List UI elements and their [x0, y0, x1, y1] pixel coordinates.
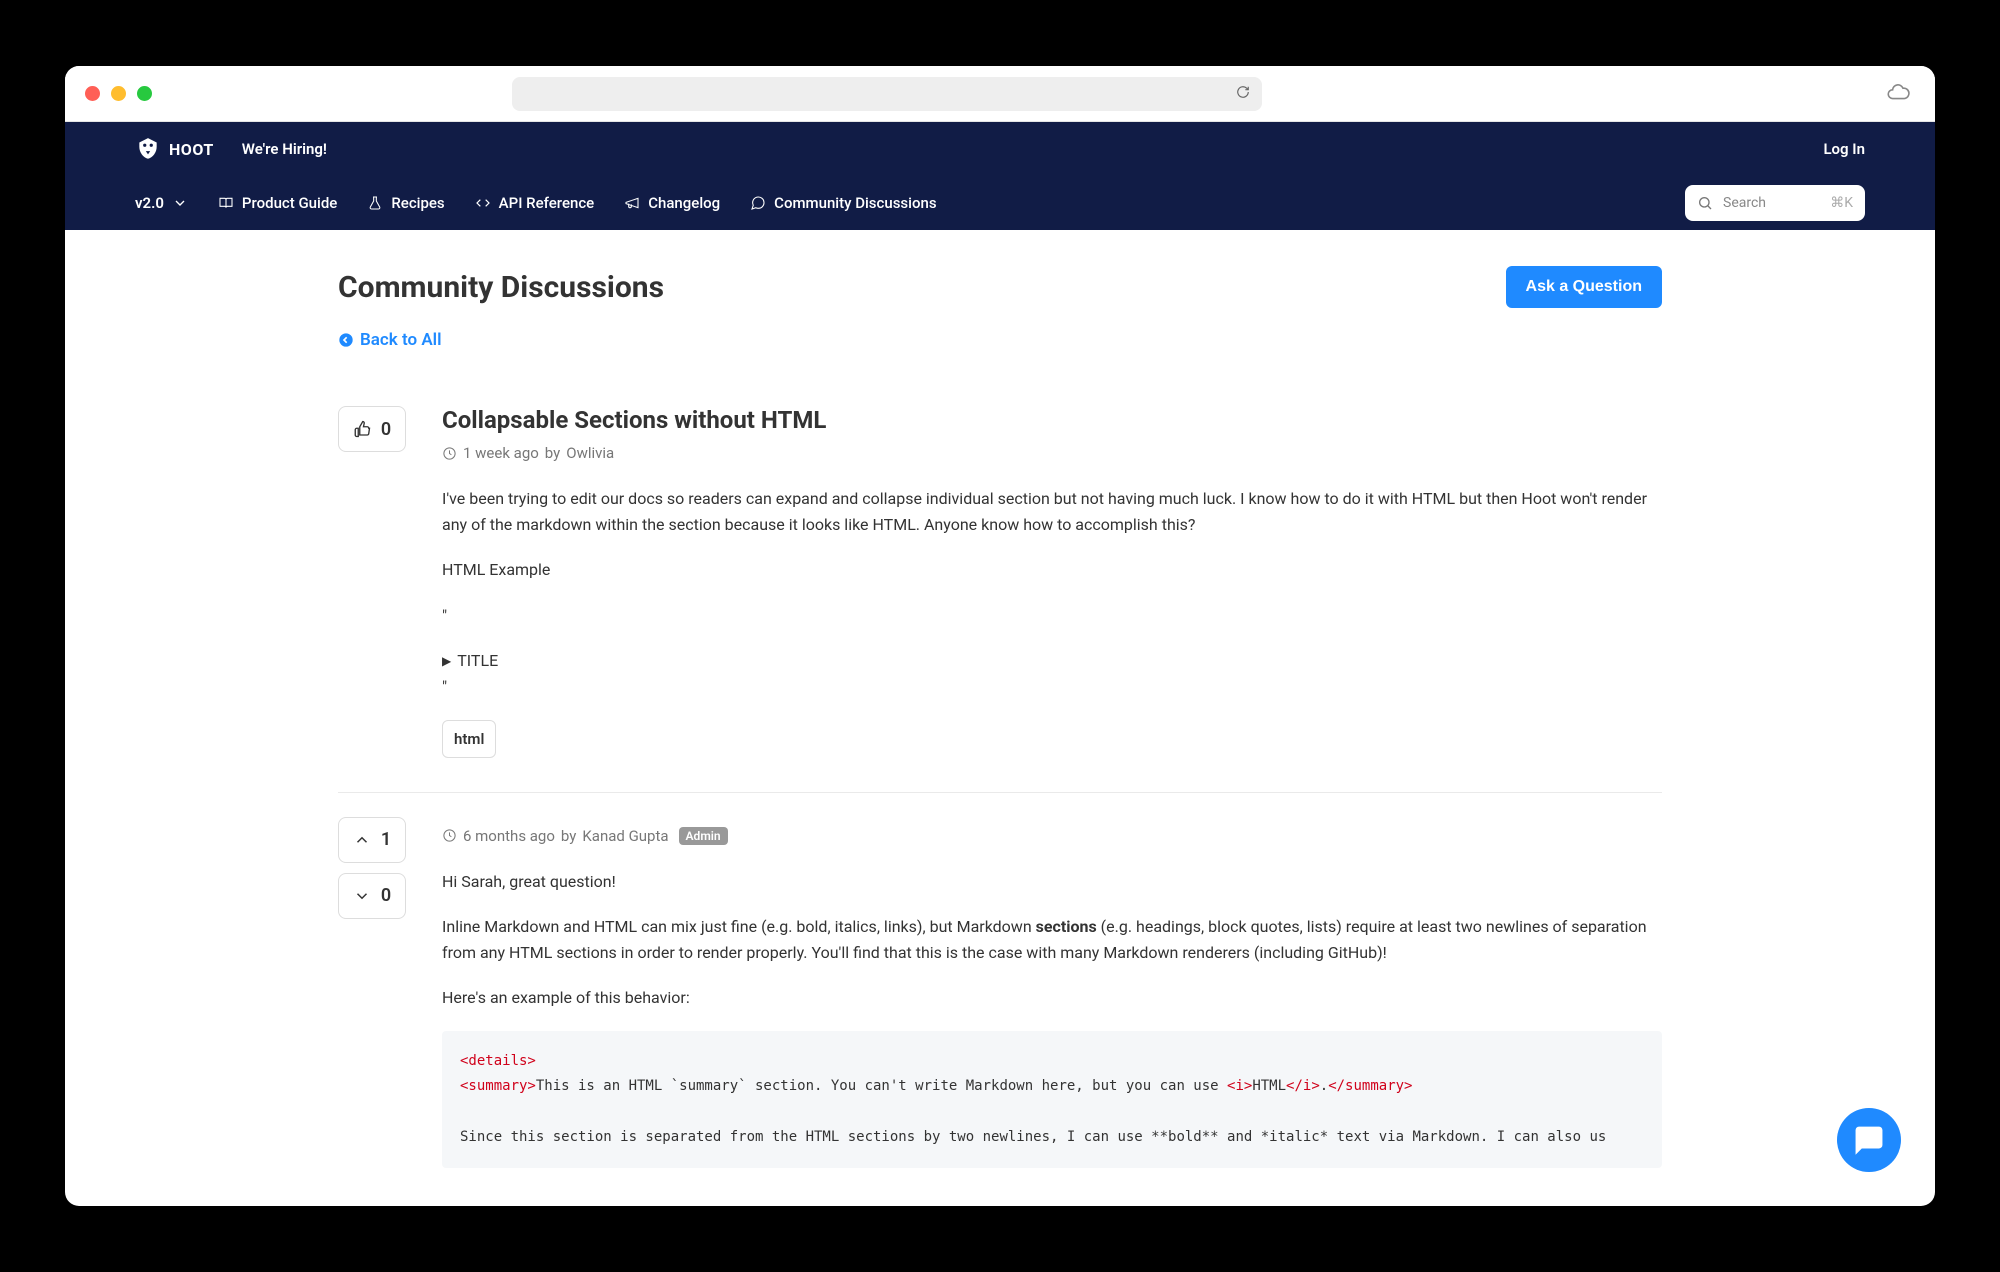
reload-icon[interactable]: [1236, 84, 1250, 103]
owl-icon: [135, 136, 161, 162]
reply-upvote-count: 1: [381, 829, 391, 850]
code-icon: [475, 195, 491, 211]
browser-urlbar[interactable]: [512, 77, 1262, 111]
post-meta: 1 week ago by Owlivia: [442, 444, 1662, 462]
brand-text: HOOT: [169, 140, 214, 159]
reply-author: Kanad Gupta: [582, 827, 668, 845]
cloud-icon[interactable]: [1885, 79, 1911, 109]
nav-recipes[interactable]: Recipes: [367, 194, 444, 212]
admin-badge: Admin: [679, 827, 728, 845]
reply-meta: 6 months ago by Kanad Gupta Admin: [442, 827, 1662, 845]
chat-bubble-icon: [750, 195, 766, 211]
post-vote-count: 0: [381, 419, 391, 440]
search-box[interactable]: Search ⌘K: [1685, 185, 1865, 221]
ask-question-button[interactable]: Ask a Question: [1506, 266, 1662, 308]
minimize-window-button[interactable]: [111, 86, 126, 101]
thread-divider: [338, 792, 1662, 793]
app-header: HOOT We're Hiring! Log In: [65, 122, 1935, 176]
browser-titlebar: [65, 66, 1935, 122]
close-window-button[interactable]: [85, 86, 100, 101]
post-vote-button[interactable]: 0: [338, 406, 406, 452]
nav-api-reference[interactable]: API Reference: [475, 194, 595, 212]
hiring-link[interactable]: We're Hiring!: [242, 140, 327, 158]
chevron-up-icon: [353, 831, 371, 849]
post-author: Owlivia: [566, 444, 614, 462]
post-body-p2: HTML Example: [442, 557, 1662, 583]
traffic-lights: [85, 86, 152, 101]
reply-p2: Inline Markdown and HTML can mix just fi…: [442, 914, 1662, 965]
flask-icon: [367, 195, 383, 211]
thumbs-up-icon: [353, 420, 371, 438]
post-quote-open: ": [442, 603, 1662, 629]
post-title: Collapsable Sections without HTML: [442, 406, 1662, 434]
subnav: v2.0 Product Guide Recipes API Reference: [65, 176, 1935, 230]
chevron-down-icon: [172, 195, 188, 211]
clock-icon: [442, 828, 457, 843]
book-icon: [218, 195, 234, 211]
version-selector[interactable]: v2.0: [135, 194, 188, 212]
brand-logo[interactable]: HOOT: [135, 136, 214, 162]
reply-downvote-count: 0: [381, 885, 391, 906]
nav-community-discussions[interactable]: Community Discussions: [750, 194, 936, 212]
nav-product-guide[interactable]: Product Guide: [218, 194, 337, 212]
reply-code-block: <details> <summary>This is an HTML `summ…: [442, 1031, 1662, 1168]
reply-upvote-button[interactable]: 1: [338, 817, 406, 863]
back-to-all-link[interactable]: Back to All: [338, 330, 1662, 350]
nav-changelog[interactable]: Changelog: [624, 194, 720, 212]
chat-fab[interactable]: [1837, 1108, 1901, 1172]
post-body-p1: I've been trying to edit our docs so rea…: [442, 486, 1662, 537]
intercom-icon: [1854, 1125, 1884, 1155]
search-shortcut: ⌘K: [1830, 195, 1853, 211]
page-title: Community Discussions: [338, 270, 664, 305]
post-quote-close: ": [442, 674, 1662, 700]
post-tag[interactable]: html: [442, 720, 496, 758]
reply-downvote-button[interactable]: 0: [338, 873, 406, 919]
back-circle-icon: [338, 332, 354, 348]
maximize-window-button[interactable]: [137, 86, 152, 101]
post-disclosure[interactable]: TITLE: [442, 648, 1662, 674]
reply-p3: Here's an example of this behavior:: [442, 985, 1662, 1011]
browser-nav-arrows: [180, 84, 200, 103]
login-link[interactable]: Log In: [1823, 140, 1865, 158]
reply-p1: Hi Sarah, great question!: [442, 869, 1662, 895]
clock-icon: [442, 446, 457, 461]
search-icon: [1697, 195, 1713, 211]
megaphone-icon: [624, 195, 640, 211]
search-placeholder: Search: [1723, 195, 1820, 211]
chevron-down-icon: [353, 887, 371, 905]
